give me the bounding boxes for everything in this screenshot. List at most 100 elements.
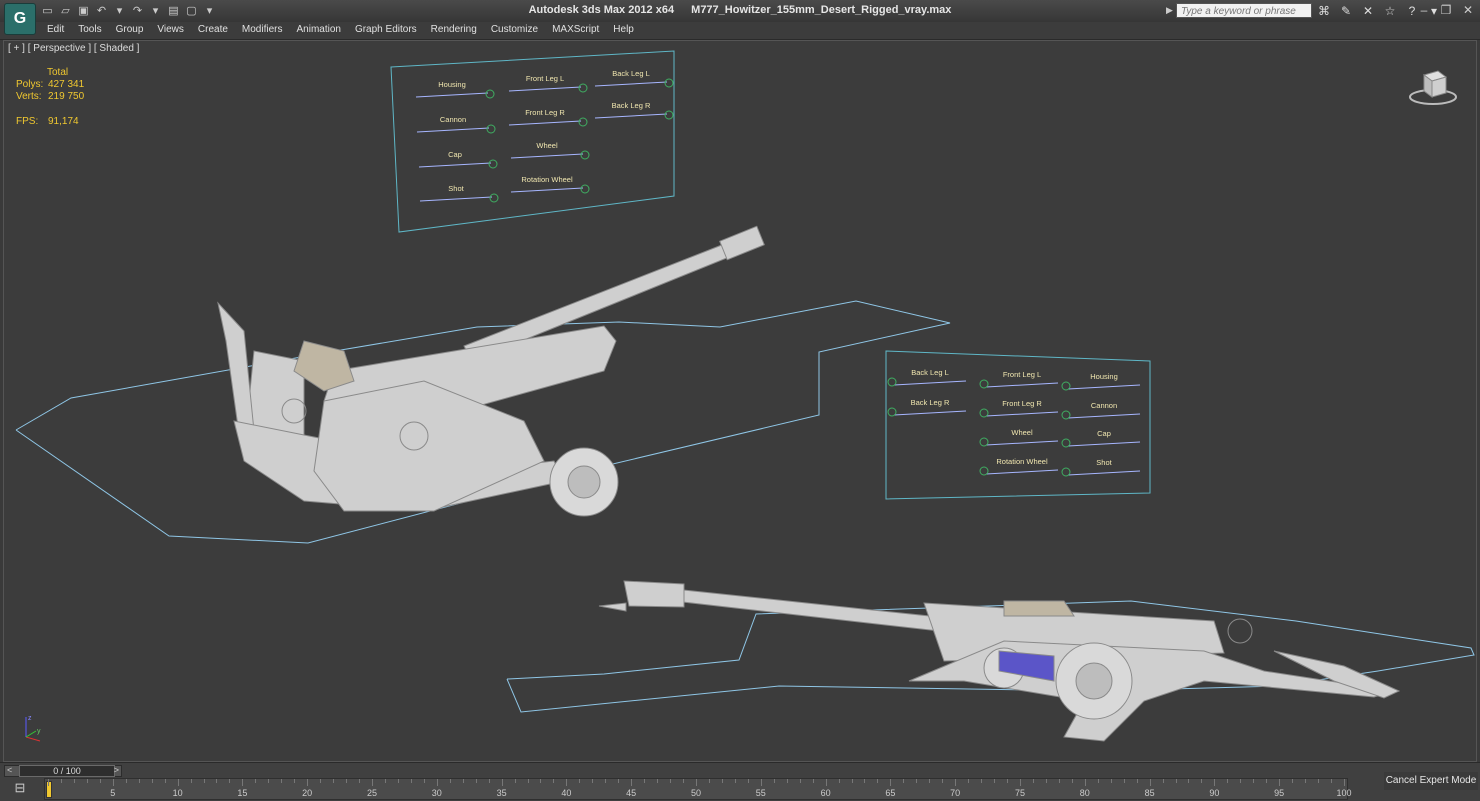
menu-modifiers[interactable]: Modifiers bbox=[235, 24, 290, 35]
rig-control-handle[interactable] bbox=[887, 377, 897, 387]
rig-slider-track bbox=[594, 113, 668, 119]
main-menu: Edit Tools Group Views Create Modifiers Animat… bbox=[40, 24, 641, 35]
app-logo-icon[interactable]: G bbox=[4, 3, 36, 35]
rig-control-handle[interactable] bbox=[664, 110, 674, 120]
rig-control-handle[interactable] bbox=[489, 193, 499, 203]
cancel-expert-mode-button[interactable]: Cancel Expert Mode bbox=[1384, 772, 1478, 790]
rig-label-back-leg-r: Back Leg R bbox=[612, 101, 651, 110]
rig-control-handle[interactable] bbox=[488, 159, 498, 169]
timeline-tick bbox=[268, 779, 270, 783]
rig-label-cannon: Cannon bbox=[1091, 401, 1117, 410]
howitzer-model-lower[interactable] bbox=[598, 580, 1401, 742]
rig-control-handle[interactable] bbox=[580, 150, 590, 160]
timeline-tick bbox=[320, 779, 322, 783]
minimize-icon[interactable]: – bbox=[1418, 3, 1430, 17]
menu-rendering[interactable]: Rendering bbox=[424, 24, 484, 35]
timeline-tick bbox=[436, 779, 438, 786]
rig-label-front-leg-l: Front Leg L bbox=[526, 74, 564, 83]
timeline-tick bbox=[281, 779, 283, 783]
rig-control-handle[interactable] bbox=[979, 408, 989, 418]
viewcube-icon[interactable] bbox=[1408, 67, 1458, 107]
timeline-tick bbox=[1240, 779, 1242, 783]
menu-views[interactable]: Views bbox=[150, 24, 191, 35]
binoculars-icon[interactable]: ⌘ bbox=[1316, 3, 1332, 19]
rig-label-front-leg-r: Front Leg R bbox=[1002, 399, 1042, 408]
timeline-tick bbox=[1162, 779, 1164, 783]
search-expand-icon[interactable]: ▶ bbox=[1166, 5, 1173, 16]
rig-control-handle[interactable] bbox=[580, 184, 590, 194]
timeline-tick bbox=[1032, 779, 1034, 783]
menu-tools[interactable]: Tools bbox=[71, 24, 108, 35]
timeline-tick bbox=[1279, 779, 1281, 786]
restore-icon[interactable]: ❐ bbox=[1440, 3, 1452, 17]
timeline-tick bbox=[657, 779, 659, 783]
rig-slider-track bbox=[893, 380, 967, 386]
track-bar[interactable]: 5 10 15 20 25 30 35 40 45 50 55 60 65 70 75 80 85 90 95 100 bbox=[44, 778, 1352, 800]
mini-curve-editor-icon[interactable]: ⊟ bbox=[8, 780, 32, 798]
scene-canvas[interactable]: Housing Front Leg L Back Leg L Cannon Front … bbox=[4, 41, 1477, 762]
rig-control-handle[interactable] bbox=[486, 124, 496, 134]
time-slider-next[interactable]: > bbox=[114, 765, 119, 775]
timeline-tick bbox=[346, 779, 348, 783]
timeline-tick bbox=[527, 779, 529, 783]
howitzer-model-upper[interactable] bbox=[217, 225, 765, 517]
rig-control-handle[interactable] bbox=[1061, 438, 1071, 448]
rig-control-handle[interactable] bbox=[979, 379, 989, 389]
current-frame-marker[interactable] bbox=[46, 781, 52, 798]
timeline-tick bbox=[475, 779, 477, 783]
timeline-tick bbox=[151, 779, 153, 783]
close-icon[interactable]: ✕ bbox=[1462, 3, 1474, 17]
search-input[interactable]: Type a keyword or phrase bbox=[1176, 3, 1312, 18]
timeline-tick bbox=[799, 779, 801, 783]
time-slider-prev[interactable]: < bbox=[7, 765, 12, 775]
rig-slider-track bbox=[1067, 413, 1141, 419]
rig-label-front-leg-l: Front Leg L bbox=[1003, 370, 1041, 379]
communication-center-icon[interactable]: ✎ bbox=[1338, 3, 1354, 19]
rig-control-handle[interactable] bbox=[664, 78, 674, 88]
rig-slider-track bbox=[1067, 384, 1141, 390]
rig-control-handle[interactable] bbox=[485, 89, 495, 99]
menu-graph-editors[interactable]: Graph Editors bbox=[348, 24, 424, 35]
rig-control-handle[interactable] bbox=[578, 83, 588, 93]
menu-help[interactable]: Help bbox=[606, 24, 641, 35]
timeline-tick bbox=[955, 779, 957, 786]
rig-control-handle[interactable] bbox=[979, 466, 989, 476]
time-slider-thumb[interactable]: 0 / 100 bbox=[19, 765, 115, 777]
timeline-tick-label: 90 bbox=[1209, 788, 1220, 798]
menu-animation[interactable]: Animation bbox=[289, 24, 347, 35]
time-slider[interactable]: < 0 / 100 > bbox=[4, 765, 122, 777]
menu-customize[interactable]: Customize bbox=[484, 24, 545, 35]
timeline-tick bbox=[644, 779, 646, 783]
timeline-tick bbox=[384, 779, 386, 783]
rig-label-front-leg-r: Front Leg R bbox=[525, 108, 565, 117]
timeline-tick bbox=[1071, 779, 1073, 783]
timeline-tick bbox=[449, 779, 451, 783]
rig-label-housing: Housing bbox=[1090, 372, 1118, 381]
favorites-star-icon[interactable]: ☆ bbox=[1382, 3, 1398, 19]
rig-control-handle[interactable] bbox=[1061, 410, 1071, 420]
menu-group[interactable]: Group bbox=[109, 24, 151, 35]
menu-maxscript[interactable]: MAXScript bbox=[545, 24, 606, 35]
tools-icon[interactable]: ✕ bbox=[1360, 3, 1376, 19]
timeline-tick-label: 70 bbox=[950, 788, 961, 798]
rig-control-handle[interactable] bbox=[979, 437, 989, 447]
timeline-tick bbox=[112, 779, 114, 786]
menu-create[interactable]: Create bbox=[191, 24, 235, 35]
polys-value: 427 341 bbox=[48, 79, 85, 90]
rig-slider-track bbox=[510, 153, 584, 159]
timeline-tick bbox=[773, 779, 775, 783]
timeline-tick bbox=[48, 779, 49, 786]
timeline-tick bbox=[1045, 779, 1047, 783]
rig-control-handle[interactable] bbox=[1061, 381, 1071, 391]
rig-slider-track bbox=[418, 162, 492, 168]
svg-text:z: z bbox=[28, 715, 32, 722]
timeline-tick bbox=[1136, 779, 1138, 783]
menu-edit[interactable]: Edit bbox=[40, 24, 71, 35]
rig-control-handle[interactable] bbox=[887, 407, 897, 417]
viewport-label[interactable]: [ + ] [ Perspective ] [ Shaded ] bbox=[8, 43, 139, 54]
timeline-tick bbox=[708, 779, 710, 783]
timeline-tick-label: 95 bbox=[1274, 788, 1285, 798]
rig-control-handle[interactable] bbox=[578, 117, 588, 127]
rig-control-handle[interactable] bbox=[1061, 467, 1071, 477]
perspective-viewport[interactable]: Housing Front Leg L Back Leg L Cannon Front … bbox=[3, 40, 1477, 762]
